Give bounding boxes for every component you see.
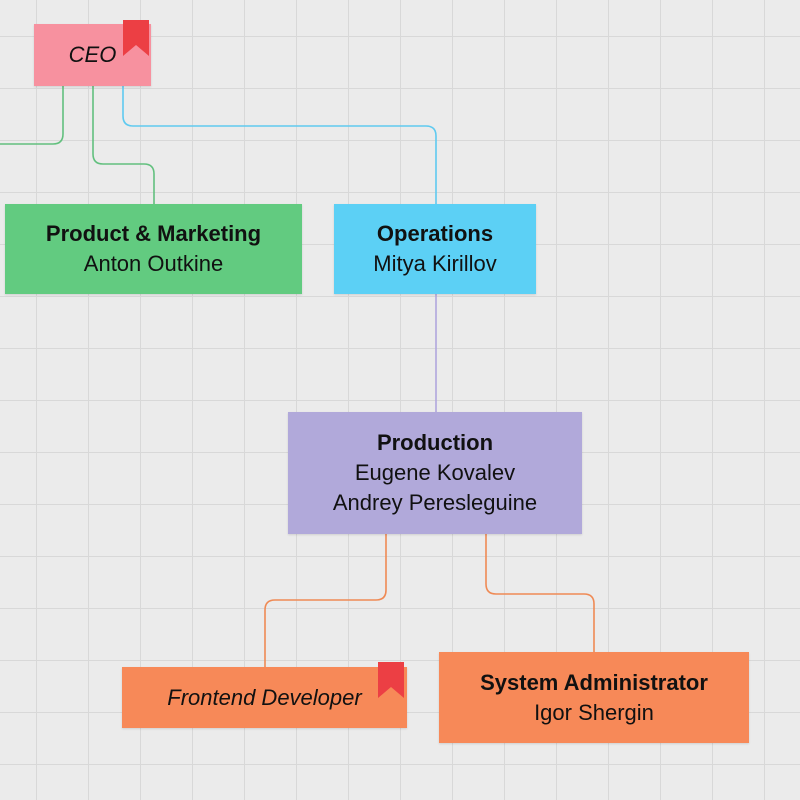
node-operations-person: Mitya Kirillov [373,251,497,276]
bookmark-icon [123,20,149,56]
node-operations-title: Operations [376,221,494,246]
node-operations[interactable]: Operations Mitya Kirillov [334,204,536,294]
node-system-administrator[interactable]: System Administrator Igor Shergin [439,652,749,743]
node-product-marketing[interactable]: Product & Marketing Anton Outkine [5,204,302,294]
connector-production-sysadmin [485,534,595,652]
bookmark-icon [378,662,404,698]
node-production-person-1: Eugene Kovalev [354,460,516,485]
node-production[interactable]: Production Eugene Kovalev Andrey Peresle… [288,412,582,534]
node-frontend-developer-label: Frontend Developer [167,684,362,710]
node-system-administrator-title: System Administrator [480,669,708,695]
node-system-administrator-person: Igor Shergin [534,699,654,725]
node-product-marketing-title: Product & Marketing [45,221,262,246]
node-ceo[interactable]: CEO [34,20,151,86]
node-frontend-developer[interactable]: Frontend Developer [122,662,407,728]
node-product-marketing-person: Anton Outkine [83,251,224,276]
node-production-title: Production [376,430,494,455]
connector-ceo-operations [122,86,437,204]
connector-ceo-offscreen [0,86,64,145]
node-ceo-label: CEO [68,42,117,67]
org-chart-board: CEO Product & Marketing Anton Outkine Op… [0,0,800,800]
connector-production-frontend [264,534,387,667]
node-production-person-2: Andrey Peresleguine [332,490,538,515]
